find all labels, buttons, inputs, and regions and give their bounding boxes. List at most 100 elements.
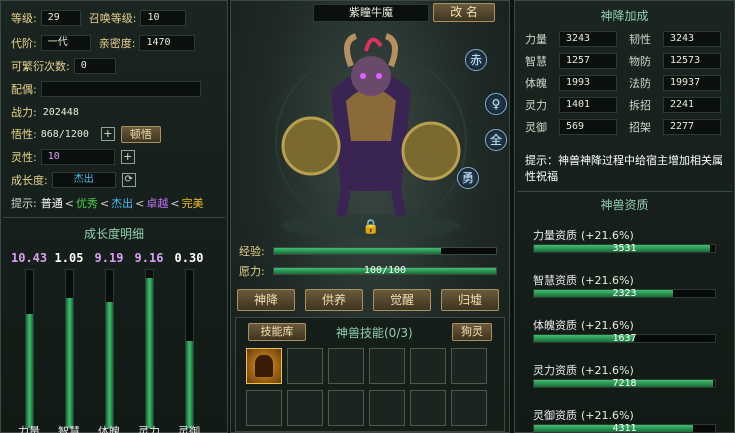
grade-hint: 完美 (181, 197, 204, 210)
exp-bar (273, 247, 497, 255)
nurture-button[interactable]: 供养 (305, 289, 363, 311)
awaken-button[interactable]: 觉醒 (373, 289, 431, 311)
wish-bar: 100/100 (273, 265, 497, 276)
rename-button[interactable]: 改 名 (433, 3, 495, 22)
exp-row: 经验: (239, 244, 497, 258)
bonus-stat-value: 3243 (663, 31, 721, 47)
descend-button[interactable]: 神降 (237, 289, 295, 311)
beast-flame (364, 37, 383, 52)
growth-bar-track (105, 269, 114, 429)
skill-slot[interactable] (246, 390, 282, 426)
bonus-stat: 法防 19937 (629, 75, 721, 91)
grade-hint: 优秀 (75, 197, 98, 210)
bonus-stat-label: 力量 (525, 33, 547, 46)
skill-slot[interactable] (369, 390, 405, 426)
gender-icon[interactable]: ♀ (485, 93, 507, 115)
aptitude-value: 3531 (612, 243, 637, 254)
bonus-stat: 招架 2277 (629, 119, 721, 135)
growth-bar-chart: 10.43 力量 1.05 智慧 9.19 体魄 9.16 灵力 0.30 灵御 (11, 251, 217, 433)
bonus-stat-label: 智慧 (525, 55, 547, 68)
element-icon[interactable]: 赤 (465, 49, 487, 71)
grade-hint-row: 提示: 普通 < 优秀 < 杰出 < 卓越 < 完美 (11, 194, 204, 212)
breed-label: 可繁衍次数: (11, 60, 70, 73)
pet-info-panel: 等级: 29 召唤等级: 10 代阶: 一代 亲密度: 1470 可繁衍次数: … (0, 0, 228, 433)
growth-bar-value: 0.30 (174, 251, 204, 265)
bonus-stat-label: 拆招 (629, 99, 651, 112)
bonus-stat-value: 19937 (663, 75, 721, 91)
skill-slot[interactable] (328, 348, 364, 384)
exp-label: 经验: (239, 245, 265, 258)
brave-icon[interactable]: 勇 (457, 167, 479, 189)
aptitude-header: 灵御资质 (+21.6%) (533, 407, 716, 423)
bonus-stat-value: 569 (559, 119, 617, 135)
spirit-add-button[interactable]: + (120, 150, 135, 164)
pet-model (275, 33, 467, 238)
power-row: 战力: 202448 (11, 103, 79, 121)
epiphany-button[interactable]: 顿悟 (120, 125, 161, 143)
beast-skill-icon (255, 355, 273, 377)
aptitude-bonus: (+21.6%) (581, 229, 634, 242)
growth-bar: 0.30 灵御 (171, 251, 207, 433)
beast-head (351, 56, 391, 96)
growth-bar-label: 灵力 (138, 425, 160, 433)
grade-separator: < (99, 197, 110, 210)
breed-value: 0 (73, 58, 116, 74)
aptitude-bar: 7218 (533, 378, 716, 389)
full-icon[interactable]: 全 (485, 129, 507, 151)
bonus-stat-label: 灵御 (525, 121, 547, 134)
aptitude-label: 灵力资质 (533, 364, 577, 377)
aptitude-header: 智慧资质 (+21.6%) (533, 272, 716, 288)
skill-slot[interactable] (410, 348, 446, 384)
grade-separator: < (64, 197, 74, 210)
bonus-stat: 体魄 1993 (525, 75, 617, 91)
bonus-stat: 物防 12573 (629, 53, 721, 69)
skill-slot[interactable] (328, 390, 364, 426)
bonus-stat-label: 法防 (629, 77, 651, 90)
bonus-stat: 智慧 1257 (525, 53, 617, 69)
beast-legs (336, 190, 406, 217)
skill-slot[interactable] (451, 390, 487, 426)
aptitude-row: 灵力资质 (+21.6%) 7218 (533, 362, 716, 396)
skill-slot[interactable] (410, 390, 446, 426)
bonus-tip: 提示：神兽神降过程中给宿主增加相关属性祝福 (525, 154, 723, 183)
generation-label: 代阶: (11, 37, 37, 50)
bonus-stat: 灵御 569 (525, 119, 617, 135)
lock-icon[interactable]: 🔒 (359, 219, 383, 237)
aptitude-bonus: (+21.6%) (581, 409, 634, 422)
intimacy-label: 亲密度: (98, 37, 136, 50)
level-row: 等级: 29 召唤等级: 10 (11, 9, 187, 27)
growth-bar-value: 9.16 (134, 251, 164, 265)
skill-slot[interactable] (287, 348, 323, 384)
insight-add-button[interactable]: + (100, 127, 115, 141)
refresh-growth-icon[interactable]: ⟳ (121, 173, 136, 187)
aptitude-row: 体魄资质 (+21.6%) 1637 (533, 317, 716, 351)
pet-model-panel: 紫瞳牛魔 改 名 赤 ♀ 全 勇 🔒 经验: 愿力: 100/100 神降 供养… (230, 0, 510, 433)
aptitude-header: 体魄资质 (+21.6%) (533, 317, 716, 333)
aptitude-header: 灵力资质 (+21.6%) (533, 362, 716, 378)
bonus-stat: 灵力 1401 (525, 97, 617, 113)
hint-label: 提示: (11, 197, 37, 210)
return-button[interactable]: 归墟 (441, 289, 499, 311)
skill-library-button[interactable]: 技能库 (248, 323, 306, 341)
bonus-stat-value: 2241 (663, 97, 721, 113)
growth-bar: 1.05 智慧 (51, 251, 87, 433)
capture-button[interactable]: 狗灵 (452, 323, 492, 341)
intimacy-value: 1470 (139, 35, 196, 51)
skill-slot[interactable] (287, 390, 323, 426)
skill-slot[interactable] (451, 348, 487, 384)
skill-slot[interactable] (246, 348, 282, 384)
growth-bar-track (185, 269, 194, 429)
growth-bar: 10.43 力量 (11, 251, 47, 433)
aptitude-header: 力量资质 (+21.6%) (533, 227, 716, 243)
skill-slot[interactable] (369, 348, 405, 384)
grade-hint: 杰出 (111, 197, 134, 210)
bonus-stat-label: 灵力 (525, 99, 547, 112)
aptitude-bar: 4311 (533, 423, 716, 433)
left-mace (281, 116, 341, 176)
mate-value (40, 81, 201, 97)
bonus-stat-value: 3243 (559, 31, 617, 47)
bonus-stat-label: 体魄 (525, 77, 547, 90)
aptitude-bonus: (+21.6%) (581, 364, 634, 377)
grade-separator: < (135, 197, 145, 210)
growth-bar-value: 10.43 (11, 251, 48, 265)
